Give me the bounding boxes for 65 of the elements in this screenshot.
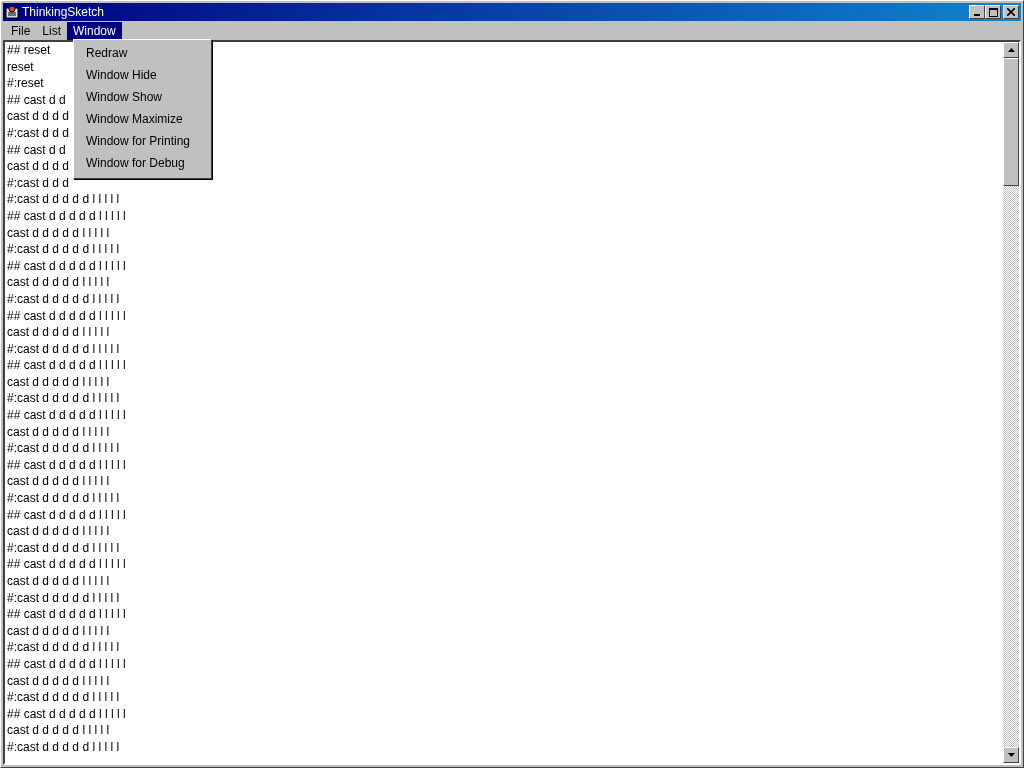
- minimize-button[interactable]: [969, 5, 985, 19]
- text-line: #:cast d d d d d l l l l l: [7, 640, 120, 655]
- text-line: #:cast d d d d d l l l l l: [7, 291, 120, 306]
- menu-entry[interactable]: Window Hide: [74, 64, 211, 86]
- text-line: ## cast d d d d d l l l l l: [7, 607, 126, 622]
- scroll-up-button[interactable]: [1003, 42, 1019, 58]
- text-line: cast d d d d d l l l l l: [7, 424, 110, 439]
- text-line: #:cast d d d d d l l l l l: [7, 739, 120, 754]
- text-line: #:cast d d d d d l l l l l: [7, 690, 120, 705]
- text-line: ## cast d d d d d l l l l l: [7, 258, 126, 273]
- text-line: ## cast d d d d d l l l l l: [7, 308, 126, 323]
- text-line: cast d d d d d l l l l l: [7, 325, 110, 340]
- text-line: #:cast d d d d d l l l l l: [7, 391, 120, 406]
- text-line: ## cast d d d d d l l l l l: [7, 706, 126, 721]
- text-line: cast d d d d d l l l l l: [7, 275, 110, 290]
- text-line: #:cast d d d: [7, 125, 70, 140]
- text-line: #:cast d d d d d l l l l l: [7, 341, 120, 356]
- app-icon: [5, 5, 19, 19]
- menu-item[interactable]: List: [36, 21, 68, 40]
- text-line: ## cast d d d d d l l l l l: [7, 457, 126, 472]
- text-line: cast d d d d: [7, 159, 70, 174]
- text-line: cast d d d d d l l l l l: [7, 524, 110, 539]
- text-line: cast d d d d d l l l l l: [7, 623, 110, 638]
- maximize-button[interactable]: [985, 5, 1001, 19]
- menu-entry[interactable]: Redraw: [74, 42, 211, 64]
- menu-item[interactable]: File: [5, 21, 37, 40]
- text-line: ## cast d d d d d l l l l l: [7, 408, 126, 423]
- close-button[interactable]: [1003, 5, 1019, 19]
- text-line: #:cast d d d d d l l l l l: [7, 242, 120, 257]
- scrollbar[interactable]: [1003, 42, 1019, 763]
- scroll-thumb[interactable]: [1003, 58, 1019, 186]
- text-line: ## cast d d d d d l l l l l: [7, 208, 126, 223]
- text-line: cast d d d d d l l l l l: [7, 723, 110, 738]
- text-line: reset: [7, 59, 34, 74]
- scroll-down-button[interactable]: [1003, 747, 1019, 763]
- menu-entry[interactable]: Window for Printing: [74, 130, 211, 152]
- text-line: #:cast d d d d d l l l l l: [7, 491, 120, 506]
- text-line: #:cast d d d: [7, 175, 70, 190]
- text-line: ## cast d d d d d l l l l l: [7, 507, 126, 522]
- text-line: ## cast d d d d d l l l l l: [7, 656, 126, 671]
- text-line: #:reset: [7, 76, 44, 91]
- text-line: cast d d d d d l l l l l: [7, 673, 110, 688]
- menu-item[interactable]: Window: [67, 21, 122, 40]
- text-line: cast d d d d d l l l l l: [7, 225, 110, 240]
- text-line: #:cast d d d d d l l l l l: [7, 192, 120, 207]
- menu-entry[interactable]: Window Maximize: [74, 108, 211, 130]
- maximize-icon: [988, 7, 998, 17]
- text-line: cast d d d d d l l l l l: [7, 374, 110, 389]
- text-line: cast d d d d: [7, 109, 70, 124]
- text-line: cast d d d d d l l l l l: [7, 574, 110, 588]
- menu-entry[interactable]: Window Show: [74, 86, 211, 108]
- window-title: ThinkingSketch: [22, 5, 106, 19]
- down-arrow-icon: [1007, 753, 1015, 757]
- text-line: #:cast d d d d d l l l l l: [7, 441, 120, 456]
- text-line: ## cast d d: [7, 92, 66, 107]
- text-line: ## cast d d d d d l l l l l: [7, 358, 126, 373]
- text-line: ## cast d d: [7, 142, 66, 157]
- close-icon: [1007, 8, 1015, 16]
- menu-entry[interactable]: Window for Debug: [74, 152, 211, 174]
- text-line: ## reset: [7, 43, 51, 57]
- text-line: cast d d d d d l l l l l: [7, 474, 110, 489]
- up-arrow-icon: [1007, 48, 1015, 52]
- text-line: ## cast d d d d d l l l l l: [7, 557, 126, 572]
- text-line: #:cast d d d d d l l l l l: [7, 590, 120, 605]
- text-line: #:cast d d d d d l l l l l: [7, 540, 120, 555]
